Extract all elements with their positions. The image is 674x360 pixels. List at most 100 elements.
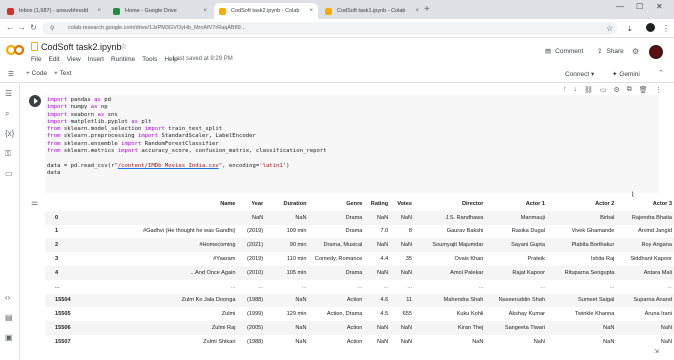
cell-settings-icon[interactable]: ⚙	[614, 86, 620, 94]
tab-close-icon[interactable]: ×	[309, 8, 313, 14]
gemini-button[interactable]: ✦ Gemini	[612, 70, 640, 78]
delete-cell-icon[interactable]: 🗑	[639, 86, 648, 94]
table-cell: Action	[346, 338, 363, 345]
table-cell: NaN	[390, 321, 415, 335]
table-cell: ...	[609, 283, 615, 290]
browser-tab[interactable]: CodSoft task2.ipynb - Colab ×	[214, 3, 318, 19]
column-header[interactable]: Votes	[390, 197, 414, 211]
tab-close-icon[interactable]: ×	[415, 8, 419, 14]
table-cell: NaN	[390, 210, 415, 225]
settings-gear-icon[interactable]: ⚙	[632, 47, 639, 56]
table-cell: ...	[407, 283, 413, 290]
notebook-title[interactable]: CodSoft task2.ipynb	[41, 42, 122, 52]
bookmark-star-icon[interactable]: ☆	[606, 24, 613, 33]
menu-edit[interactable]: Edit	[48, 56, 59, 63]
comment-icon: ▤	[545, 48, 552, 55]
forward-arrow-icon[interactable]: →	[18, 23, 26, 32]
menu-view[interactable]: View	[67, 56, 81, 63]
column-header[interactable]: Actor 2	[547, 197, 616, 211]
browser-menu-icon[interactable]: ⋮	[662, 24, 670, 33]
secrets-key-icon[interactable]: ⚿	[5, 149, 11, 159]
download-icon[interactable]: ⤓	[628, 24, 632, 34]
connect-button[interactable]: Connect ▾	[565, 70, 594, 78]
column-header[interactable]	[45, 197, 89, 211]
move-cell-up-icon[interactable]: ↑	[563, 86, 567, 94]
new-tab-button[interactable]: +	[424, 4, 430, 15]
column-header[interactable]: Director	[414, 197, 485, 211]
output-options-icon[interactable]: ⚌	[31, 198, 38, 207]
mirror-cell-icon[interactable]: ⧉	[627, 86, 632, 94]
table-cell	[89, 210, 238, 225]
share-button[interactable]: ⇪ Share	[597, 47, 624, 56]
table-cell: NaN	[364, 265, 391, 280]
table-row: 4 ...And Once Again (2010) 105 min Drama NaN N…	[45, 265, 674, 280]
table-cell: 4.5	[380, 311, 389, 318]
files-folder-icon[interactable]: ▭	[5, 169, 13, 178]
code-snippets-icon[interactable]: ‹›	[5, 293, 10, 302]
table-cell: ...	[540, 283, 545, 290]
command-palette-icon[interactable]: ▤	[5, 313, 13, 322]
code-token: )	[286, 162, 290, 169]
site-info-icon[interactable]: ⚲	[50, 25, 54, 32]
table-cell: Gaurav Bakshi	[446, 228, 484, 235]
share-label: Share	[606, 47, 624, 55]
colab-logo-icon[interactable]	[6, 44, 24, 56]
menu-file[interactable]: File	[31, 56, 41, 63]
row-index: 2	[45, 238, 90, 253]
comment-cell-icon[interactable]: ▭	[600, 86, 607, 94]
minimize-button[interactable]: —	[616, 2, 624, 11]
terminal-icon[interactable]: ▣	[5, 333, 13, 342]
table-cell: Birbal	[546, 210, 617, 225]
tab-close-icon[interactable]: ×	[97, 8, 101, 14]
table-cell: Kiran Thej	[414, 321, 486, 335]
table-row: 0 NaN NaN Drama NaN NaN J.S. Randhawa Manmauji B…	[45, 210, 674, 225]
add-code-button[interactable]: + Code	[26, 70, 47, 77]
run-cell-button[interactable]	[29, 95, 41, 107]
column-header[interactable]: Rating	[364, 197, 390, 211]
cell-more-icon[interactable]: ⋮	[655, 86, 662, 94]
search-icon[interactable]: ⌕	[5, 109, 9, 119]
column-header[interactable]: Actor 3	[616, 197, 674, 211]
menu-insert[interactable]: Insert	[88, 56, 104, 63]
column-header[interactable]: Genre	[309, 197, 365, 211]
code-token: accuracy_score, confusion_matrix, classi…	[137, 148, 327, 155]
account-avatar[interactable]	[649, 45, 663, 59]
maximize-button[interactable]: ☐	[636, 2, 643, 11]
code-token: 'latin1'	[259, 162, 287, 169]
menu-runtime[interactable]: Runtime	[111, 56, 135, 63]
star-notebook-icon[interactable]: ☆	[120, 42, 127, 51]
last-saved-text[interactable]: Last saved at 9:29 PM	[173, 56, 233, 62]
reload-icon[interactable]: ↻	[30, 23, 37, 32]
notebook-toolbar: ☰ + Code + Text Connect ▾ ✦ Gemini ⌃	[0, 66, 674, 83]
browser-profile-avatar[interactable]	[646, 23, 655, 32]
omnibox[interactable]: ⚲ colab.research.google.com/drive/1JzPM3…	[42, 22, 617, 35]
browser-tab[interactable]: Inbox (1,987) - ansuvbhredd ×	[2, 3, 106, 19]
column-header[interactable]: Year	[237, 197, 265, 211]
back-arrow-icon[interactable]: ←	[6, 23, 14, 32]
menu-tools[interactable]: Tools	[142, 56, 157, 63]
close-window-button[interactable]: ✕	[656, 2, 663, 11]
output-scroll-control-icon[interactable]: ⇲	[654, 348, 659, 355]
column-header[interactable]: Duration	[265, 197, 308, 211]
variables-icon[interactable]: {x}	[5, 129, 14, 138]
move-cell-down-icon[interactable]: ↓	[574, 86, 578, 94]
browser-tab[interactable]: Home - Google Drive ×	[108, 3, 212, 19]
add-text-button[interactable]: + Text	[54, 70, 71, 77]
code-editor[interactable]: import pandas as pd import numpy as np imp…	[45, 95, 659, 193]
table-of-contents-icon[interactable]: ☰	[5, 89, 12, 98]
column-header[interactable]: Actor 1	[485, 197, 547, 211]
collapse-header-icon[interactable]: ⌃	[658, 69, 664, 77]
table-cell: ...	[357, 283, 363, 290]
code-token: sklearn.model_selection	[60, 126, 145, 133]
table-row: 15504 Zulm Ko Jala Doonga (1988) NaN Action 4…	[45, 293, 674, 308]
menu-toggle-icon[interactable]: ☰	[8, 70, 14, 78]
browser-tab[interactable]: CodSoft task1.ipynb - Colab ×	[320, 3, 424, 19]
table-cell: Antara Mali	[616, 265, 674, 280]
column-header[interactable]: Name	[89, 197, 237, 211]
comment-button[interactable]: ▤ Comment	[545, 47, 583, 56]
tab-close-icon[interactable]: ×	[203, 8, 207, 14]
table-cell: Twinkle Khanna	[574, 311, 615, 318]
table-cell: NaN	[390, 238, 415, 253]
link-cell-icon[interactable]: ⛓	[584, 86, 593, 94]
